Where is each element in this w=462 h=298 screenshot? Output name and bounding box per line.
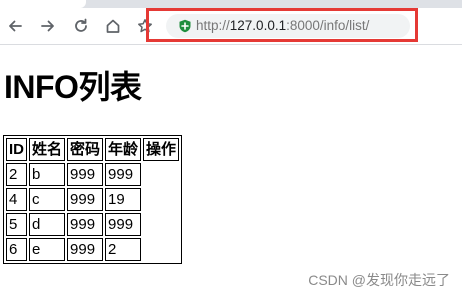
cell-password: 999 (67, 213, 104, 236)
watermark: CSDN @发现你走远了 (308, 272, 450, 288)
reload-button[interactable] (69, 14, 93, 38)
column-header-name: 姓名 (29, 138, 66, 161)
cell-name: b (29, 163, 66, 186)
cell-actions (143, 163, 179, 186)
back-button[interactable] (3, 14, 27, 38)
reload-icon (75, 18, 87, 32)
active-tab[interactable] (0, 0, 86, 8)
column-header-id: ID (6, 138, 27, 161)
table-row: 6 e 999 2 (6, 238, 179, 261)
info-table: ID 姓名 密码 年龄 操作 2 b 999 999 4 c 999 19 5 … (3, 135, 183, 264)
cell-name: c (29, 188, 66, 211)
forward-button[interactable] (36, 14, 60, 38)
cell-actions (143, 188, 179, 211)
table-row: 5 d 999 999 (6, 213, 179, 236)
home-icon (106, 19, 120, 33)
browser-toolbar: http://127.0.0.1:8000/info/list/ (0, 8, 462, 45)
cell-actions (143, 213, 179, 236)
url-scheme: http:// (196, 18, 230, 33)
column-header-age: 年龄 (105, 138, 142, 161)
cell-id: 6 (6, 238, 27, 261)
page-content: INFO列表 ID 姓名 密码 年龄 操作 2 b 999 999 4 c 99… (0, 45, 462, 298)
table-header-row: ID 姓名 密码 年龄 操作 (6, 138, 180, 161)
cell-actions (143, 238, 179, 261)
arrow-right-icon (41, 20, 54, 32)
tab-strip (0, 0, 462, 8)
table-row: 4 c 999 19 (6, 188, 179, 211)
cell-age: 2 (105, 238, 142, 261)
table-row: 2 b 999 999 (6, 163, 179, 186)
url-path: :8000/info/list/ (286, 18, 370, 33)
cell-password: 999 (67, 238, 104, 261)
cell-age: 19 (105, 188, 142, 211)
cell-id: 4 (6, 188, 27, 211)
cell-password: 999 (67, 188, 104, 211)
page-title: INFO列表 (4, 69, 142, 105)
cell-id: 5 (6, 213, 27, 236)
shield-icon[interactable] (178, 19, 192, 33)
cell-age: 999 (105, 163, 142, 186)
cell-password: 999 (67, 163, 104, 186)
cell-name: e (29, 238, 66, 261)
address-bar[interactable]: http://127.0.0.1:8000/info/list/ (166, 14, 410, 38)
url-host: 127.0.0.1 (229, 18, 287, 33)
url-text: http://127.0.0.1:8000/info/list/ (196, 18, 369, 34)
home-button[interactable] (101, 14, 125, 38)
cell-id: 2 (6, 163, 27, 186)
cell-name: d (29, 213, 66, 236)
column-header-password: 密码 (67, 138, 104, 161)
arrow-left-icon (9, 20, 22, 32)
column-header-actions: 操作 (143, 138, 180, 161)
cell-age: 999 (105, 213, 142, 236)
